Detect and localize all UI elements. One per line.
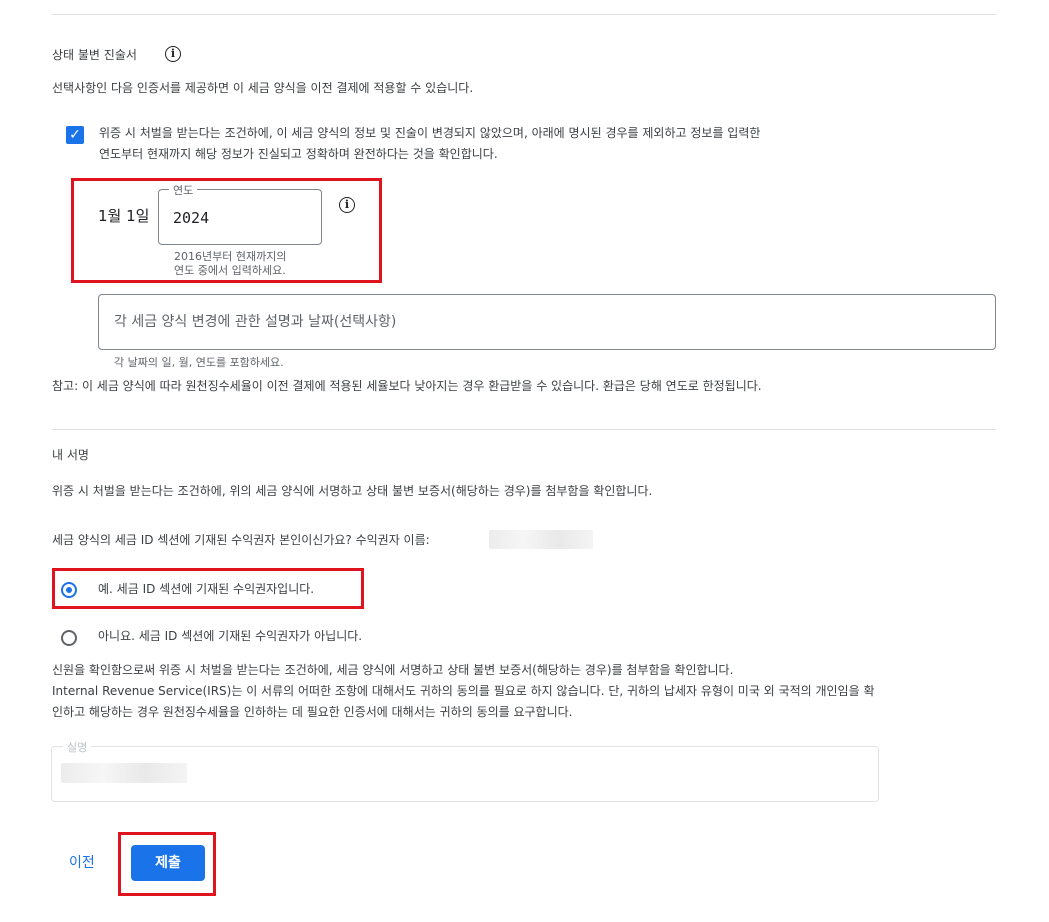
- section-divider: [52, 429, 996, 430]
- changes-description-input[interactable]: 각 세금 양식 변경에 관한 설명과 날짜(선택사항): [98, 294, 996, 350]
- year-hint-line1: 2016년부터 현재까지의: [174, 250, 287, 263]
- back-button[interactable]: 이전: [69, 853, 95, 873]
- redacted-real-name: [61, 763, 187, 783]
- checkbox-label-line1: 위증 시 처벌을 받는다는 조건하에, 이 세금 양식의 정보 및 진술이 변경…: [99, 126, 761, 140]
- changes-description-placeholder: 각 세금 양식 변경에 관한 설명과 날짜(선택사항): [114, 314, 397, 330]
- certification-checkbox[interactable]: ✓: [66, 126, 84, 144]
- changes-description-hint: 각 날짜의 일, 월, 연도를 포함하세요.: [114, 356, 284, 369]
- year-input-label: 연도: [169, 182, 198, 198]
- certification-intro: 선택사항인 다음 인증서를 제공하면 이 세금 양식을 이전 결제에 적용할 수…: [52, 81, 474, 95]
- radio-yes[interactable]: [61, 582, 77, 598]
- redacted-beneficiary-name: [489, 530, 593, 549]
- radio-no-label: 아니요. 세금 ID 섹션에 기재된 수익권자가 아닙니다.: [98, 629, 363, 643]
- year-hint-line2: 연도 중에서 입력하세요.: [174, 264, 286, 277]
- consent-line2: Internal Revenue Service(IRS)는 이 서류의 어떠한…: [52, 684, 875, 698]
- top-divider: [52, 14, 996, 15]
- radio-no[interactable]: [61, 630, 77, 646]
- real-name-label: 실명: [63, 739, 92, 755]
- signature-statement: 위증 시 처벌을 받는다는 조건하에, 위의 세금 양식에 서명하고 상태 불변…: [52, 484, 653, 498]
- real-name-input[interactable]: [51, 746, 879, 802]
- submit-button[interactable]: 제출: [131, 845, 205, 881]
- info-icon[interactable]: i: [339, 197, 355, 213]
- info-icon[interactable]: i: [165, 46, 181, 62]
- year-input-value: 2024: [173, 209, 210, 227]
- beneficiary-question: 세금 양식의 세금 ID 섹션에 기재된 수익권자 본인이신가요? 수익권자 이…: [52, 533, 430, 547]
- radio-yes-label: 예. 세금 ID 섹션에 기재된 수익권자입니다.: [98, 582, 315, 596]
- section-title-signature: 내 서명: [52, 448, 89, 462]
- section-title-certification: 상태 불변 진술서: [52, 48, 137, 62]
- checkbox-label-line2: 연도부터 현재까지 해당 정보가 진실되고 정확하며 완전하다는 것을 확인합니…: [99, 147, 498, 161]
- consent-line1: 신원을 확인함으로써 위증 시 처벌을 받는다는 조건하에, 세금 양식에 서명…: [52, 663, 734, 677]
- date-prefix: 1월 1일: [98, 207, 150, 225]
- refund-note: 참고: 이 세금 양식에 따라 원천징수세율이 이전 결제에 적용된 세율보다 …: [52, 379, 762, 393]
- consent-line3: 인하고 해당하는 경우 원천징수세율을 인하하는 데 필요한 인증서에 대해서는…: [52, 705, 573, 719]
